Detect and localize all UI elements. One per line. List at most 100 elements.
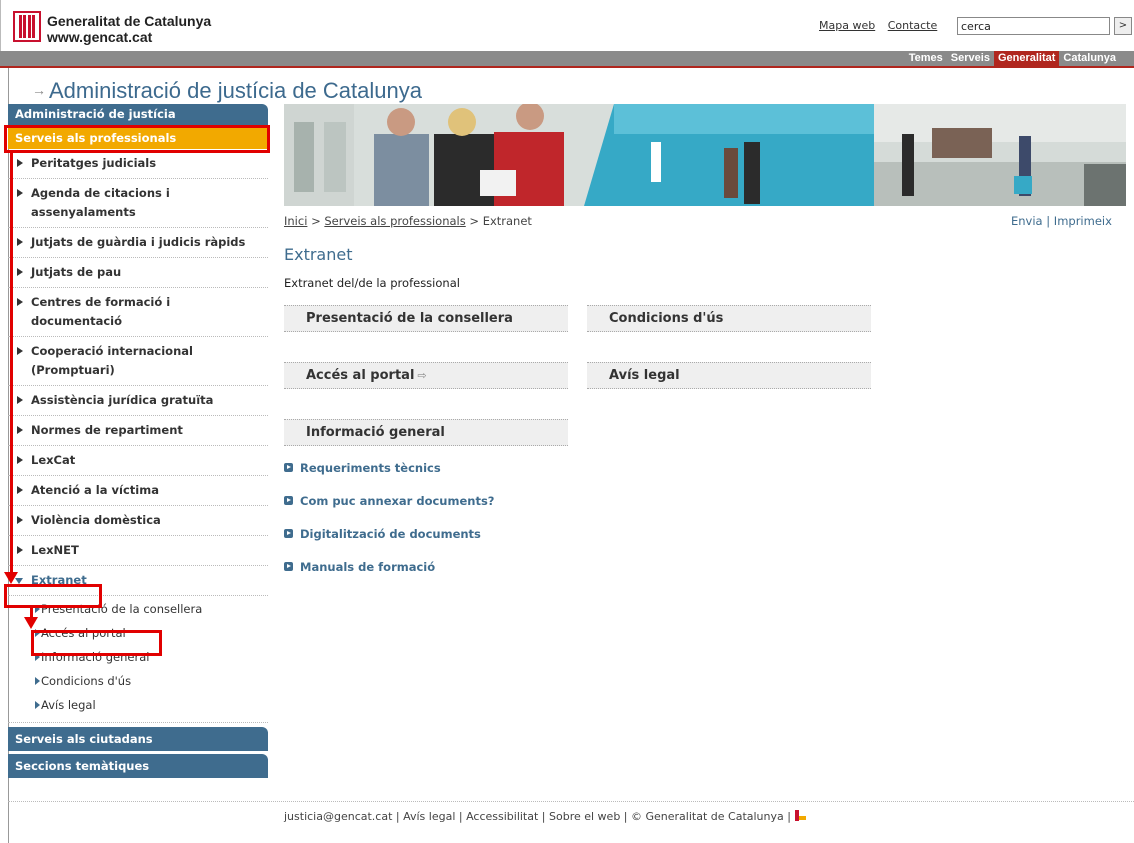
sidebar-section-title[interactable]: Administració de justícia	[8, 104, 268, 125]
generalitat-logo-icon[interactable]	[13, 11, 41, 42]
box-presentacio-consellera[interactable]: Presentació de la consellera	[284, 305, 568, 332]
nav-tab-serveis[interactable]: Serveis	[947, 51, 994, 66]
expand-arrow-icon	[17, 516, 23, 524]
search-go-button[interactable]: >	[1114, 17, 1132, 35]
breadcrumb: Inici > Serveis als professionals > Extr…	[284, 214, 532, 228]
footer-links[interactable]: justicia@gencat.cat | Avís legal | Acces…	[284, 810, 791, 823]
link-label: Digitalització de documents	[300, 527, 481, 541]
sidebar-active-section[interactable]: Serveis als professionals	[8, 127, 268, 149]
site-title[interactable]: → Administració de justícia de Catalunya	[32, 78, 422, 104]
bullet-arrow-icon	[284, 463, 293, 472]
link-annexar-documents[interactable]: Com puc annexar documents?	[284, 493, 494, 526]
tools-separator: |	[1046, 214, 1051, 228]
send-link[interactable]: Envia	[1011, 214, 1043, 228]
sidebar-subitem-label: Avís legal	[41, 698, 96, 712]
top-header: Generalitat de Catalunya www.gencat.cat …	[0, 0, 1134, 51]
box-acces-portal[interactable]: Accés al portal ⇨	[284, 362, 568, 389]
collapse-arrow-icon	[15, 578, 23, 584]
bullet-arrow-icon	[284, 529, 293, 538]
sidebar-subitem-condicions[interactable]: Condicions d'ús	[8, 670, 268, 694]
sidebar-item-label: Violència domèstica	[31, 513, 161, 527]
link-manuals-formacio[interactable]: Manuals de formació	[284, 559, 494, 592]
sidebar-item-label: Atenció a la víctima	[31, 483, 159, 497]
sidebar-item-peritatges[interactable]: Peritatges judicials	[8, 149, 268, 179]
org-url-text: www.gencat.cat	[47, 29, 153, 45]
page-tools: Envia | Imprimeix	[1011, 214, 1112, 228]
bullet-arrow-icon	[284, 562, 293, 571]
sidebar-item-normes[interactable]: Normes de repartiment	[8, 416, 268, 446]
expand-arrow-icon	[17, 347, 23, 355]
expand-arrow-icon	[17, 486, 23, 494]
link-label: Manuals de formació	[300, 560, 436, 574]
sidebar-subitem-avis-legal[interactable]: Avís legal	[8, 694, 268, 718]
box-label: Presentació de la consellera	[306, 311, 513, 326]
sidebar-item-label: Jutjats de guàrdia i judicis ràpids	[31, 235, 246, 249]
sidebar-item-label: LexNET	[31, 543, 79, 557]
org-name[interactable]: Generalitat de Catalunya www.gencat.cat	[47, 13, 211, 45]
sidebar-item-jutjats-pau[interactable]: Jutjats de pau	[8, 258, 268, 288]
breadcrumb-separator: >	[311, 214, 321, 228]
search-input[interactable]	[957, 17, 1110, 35]
sidebar-section-tematiques[interactable]: Seccions temàtiques	[8, 754, 268, 778]
box-condicions-us[interactable]: Condicions d'ús	[587, 305, 871, 332]
footer: justicia@gencat.cat | Avís legal | Acces…	[284, 810, 806, 823]
print-link[interactable]: Imprimeix	[1054, 214, 1112, 228]
sidebar-item-lexcat[interactable]: LexCat	[8, 446, 268, 476]
sidebar-item-extranet[interactable]: Extranet	[8, 566, 268, 596]
box-label: Accés al portal	[306, 368, 415, 383]
bullet-arrow-icon	[35, 629, 40, 637]
sidebar-subitem-label: Accés al portal	[41, 626, 126, 640]
top-nav-bar: Temes Serveis Generalitat Catalunya	[0, 51, 1134, 68]
bullet-arrow-icon	[284, 496, 293, 505]
info-links-list: Requeriments tècnics Com puc annexar doc…	[284, 460, 494, 592]
sidebar-item-violencia[interactable]: Violència domèstica	[8, 506, 268, 536]
sidebar-item-label: Centres de formació i documentació	[31, 295, 171, 328]
sidebar-item-atencio-victima[interactable]: Atenció a la víctima	[8, 476, 268, 506]
bullet-arrow-icon	[35, 653, 40, 661]
bullet-arrow-icon	[35, 605, 40, 613]
bullet-arrow-icon	[35, 701, 40, 709]
nav-tab-generalitat[interactable]: Generalitat	[993, 51, 1060, 66]
sidebar-item-label: Extranet	[31, 573, 87, 587]
sidebar-list: Peritatges judicials Agenda de citacions…	[8, 149, 268, 596]
sitemap-link[interactable]: Mapa web	[819, 19, 875, 32]
sidebar-subitem-label: Condicions d'ús	[41, 674, 132, 688]
sidebar-section-ciutadans[interactable]: Serveis als ciutadans	[8, 727, 268, 751]
breadcrumb-separator: >	[469, 214, 480, 228]
sidebar-item-label: Assistència jurídica gratuïta	[31, 393, 214, 407]
sidebar-sublist: Presentació de la consellera Accés al po…	[8, 596, 268, 723]
sidebar-item-centres-formacio[interactable]: Centres de formació i documentació	[8, 288, 268, 337]
expand-arrow-icon	[17, 268, 23, 276]
sidebar-item-agenda[interactable]: Agenda de citacions i assenyalaments	[8, 179, 268, 228]
link-requeriments-tecnics[interactable]: Requeriments tècnics	[284, 460, 494, 493]
accessibility-icon[interactable]	[794, 810, 806, 822]
box-informacio-general[interactable]: Informació general	[284, 419, 568, 446]
sidebar: Administració de justícia Serveis als pr…	[8, 104, 268, 778]
nav-tab-catalunya[interactable]: Catalunya	[1059, 51, 1120, 66]
sidebar-item-cooperacio[interactable]: Cooperació internacional (Promptuari)	[8, 337, 268, 386]
box-avis-legal[interactable]: Avís legal	[587, 362, 871, 389]
page-title: Extranet	[284, 245, 353, 264]
expand-arrow-icon	[17, 238, 23, 246]
link-digitalitzacio[interactable]: Digitalització de documents	[284, 526, 494, 559]
sidebar-item-label: Jutjats de pau	[31, 265, 122, 279]
sidebar-item-jutjats-guardia[interactable]: Jutjats de guàrdia i judicis ràpids	[8, 228, 268, 258]
sidebar-item-lexnet[interactable]: LexNET	[8, 536, 268, 566]
header-banner-image	[284, 104, 1126, 206]
title-arrow-icon: →	[32, 82, 46, 98]
breadcrumb-home-link[interactable]: Inici	[284, 214, 307, 228]
sidebar-item-assistencia[interactable]: Assistència jurídica gratuïta	[8, 386, 268, 416]
box-label: Condicions d'ús	[609, 311, 724, 326]
sidebar-subitem-informacio[interactable]: Informació general	[8, 646, 268, 670]
sidebar-subitem-label: Presentació de la consellera	[41, 602, 203, 616]
contact-link[interactable]: Contacte	[888, 19, 938, 32]
sidebar-item-label: Cooperació internacional (Promptuari)	[31, 344, 193, 377]
expand-arrow-icon	[17, 298, 23, 306]
sidebar-item-label: Agenda de citacions i assenyalaments	[31, 186, 170, 219]
sidebar-subitem-acces-portal[interactable]: Accés al portal	[8, 622, 268, 646]
sidebar-subitem-presentacio[interactable]: Presentació de la consellera	[8, 598, 268, 622]
breadcrumb-current: Extranet	[482, 214, 532, 228]
breadcrumb-parent-link[interactable]: Serveis als professionals	[324, 214, 465, 228]
nav-tab-temes[interactable]: Temes	[905, 51, 947, 66]
expand-arrow-icon	[17, 456, 23, 464]
